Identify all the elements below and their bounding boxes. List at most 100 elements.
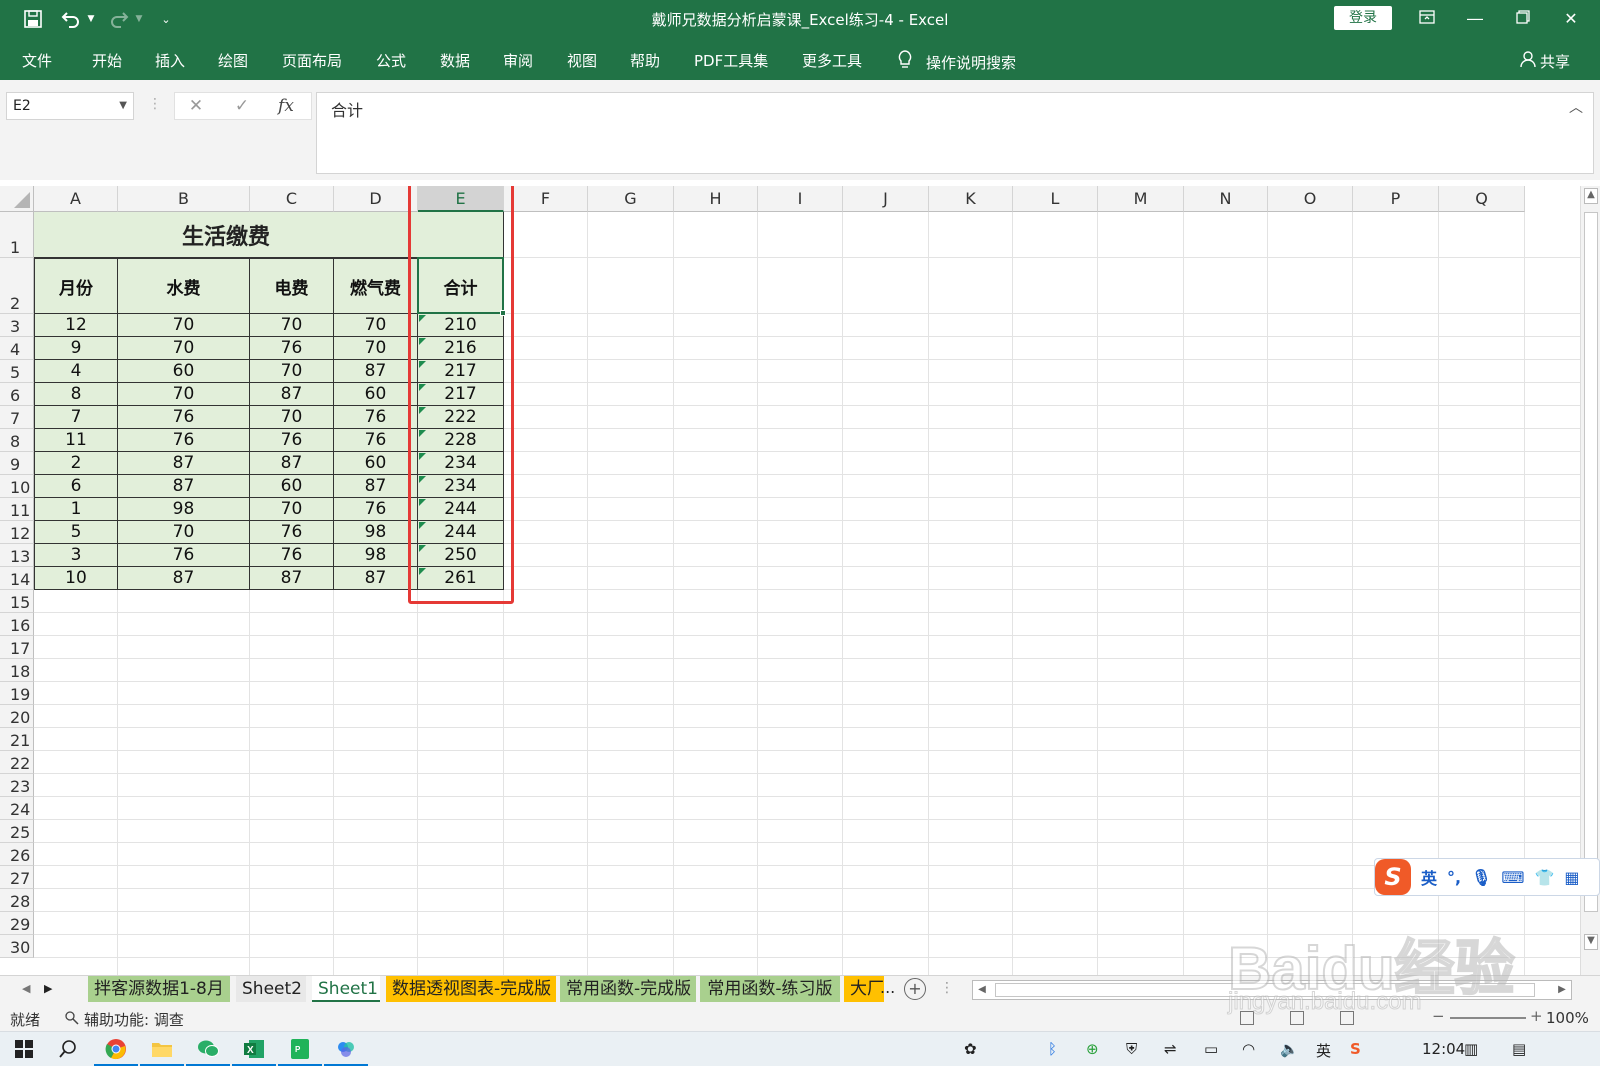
table-cell[interactable]: 7 (34, 406, 118, 429)
search-icon[interactable] (54, 1036, 82, 1062)
table-title[interactable]: 生活缴费 (34, 212, 418, 258)
sheet-tab[interactable]: 常用函数-完成版 (560, 976, 696, 1002)
table-cell[interactable]: 87 (118, 452, 250, 475)
table-cell[interactable]: 70 (250, 498, 334, 521)
column-header-o[interactable]: O (1268, 186, 1353, 212)
enter-icon[interactable]: ✓ (222, 92, 262, 120)
ime-toolbar[interactable]: S 英 °, 🎙 ⌨ 👕 ▦ (1374, 858, 1600, 896)
column-header-p[interactable]: P (1353, 186, 1439, 212)
tab-insert[interactable]: 插入 (155, 50, 185, 71)
table-cell[interactable]: 10 (34, 567, 118, 590)
tab-review[interactable]: 审阅 (503, 50, 533, 71)
insert-function-icon[interactable]: fx (266, 92, 306, 120)
row-header-13[interactable]: 13 (0, 544, 34, 567)
row-header-14[interactable]: 14 (0, 567, 34, 590)
excel-icon[interactable]: X (232, 1036, 276, 1066)
table-cell[interactable]: 70 (118, 383, 250, 406)
column-header-q[interactable]: Q (1439, 186, 1525, 212)
row-header-15[interactable]: 15 (0, 590, 34, 613)
column-header-f[interactable]: F (504, 186, 588, 212)
close-icon[interactable]: ✕ (1548, 4, 1594, 34)
keyboard-icon[interactable]: ⌨ (1501, 868, 1524, 887)
action-center-icon[interactable]: ▤ (1512, 1040, 1526, 1058)
table-cell[interactable]: 87 (250, 383, 334, 406)
table-header-cell[interactable]: 电费 (250, 258, 334, 314)
formula-input[interactable]: 合计 ︿ (316, 92, 1594, 174)
login-button[interactable]: 登录 (1334, 6, 1392, 30)
row-header-23[interactable]: 23 (0, 774, 34, 797)
table-cell[interactable]: 70 (334, 337, 418, 360)
column-header-i[interactable]: I (758, 186, 843, 212)
table-cell[interactable]: 70 (334, 314, 418, 337)
row-header-28[interactable]: 28 (0, 889, 34, 912)
ime-lang[interactable]: 英 (1421, 865, 1437, 889)
row-header-21[interactable]: 21 (0, 728, 34, 751)
skin-icon[interactable]: 👕 (1535, 868, 1555, 887)
row-header-1[interactable]: 1 (0, 212, 34, 258)
table-cell[interactable]: 87 (334, 475, 418, 498)
zoom-out-icon[interactable]: − (1432, 1007, 1445, 1025)
select-all-corner[interactable] (0, 186, 34, 212)
name-box[interactable]: E2 ▼ (6, 92, 134, 120)
table-cell[interactable]: 60 (334, 383, 418, 406)
sheet-tab[interactable]: 拌客源数据1-8月 (88, 976, 230, 1002)
row-header-11[interactable]: 11 (0, 498, 34, 521)
page-layout-view-icon[interactable] (1290, 1011, 1304, 1025)
column-header-g[interactable]: G (588, 186, 674, 212)
row-header-29[interactable]: 29 (0, 912, 34, 935)
sogou-tray-icon[interactable]: S (1350, 1040, 1361, 1058)
scroll-left-icon[interactable]: ◀ (973, 981, 991, 999)
save-icon[interactable] (20, 6, 46, 32)
table-header-cell[interactable]: 水费 (118, 258, 250, 314)
tab-home[interactable]: 开始 (92, 50, 122, 71)
minimize-icon[interactable]: ― (1452, 4, 1498, 34)
column-header-k[interactable]: K (929, 186, 1013, 212)
sheet-tab[interactable]: 大厂| (844, 976, 884, 1002)
table-cell[interactable]: 76 (250, 521, 334, 544)
settings-sliders-icon[interactable]: ⇌ (1164, 1040, 1177, 1058)
row-header-30[interactable]: 30 (0, 935, 34, 958)
sheet-tab[interactable]: Sheet2 (236, 976, 306, 1002)
table-cell[interactable]: 76 (334, 406, 418, 429)
column-header-m[interactable]: M (1098, 186, 1184, 212)
row-header-20[interactable]: 20 (0, 705, 34, 728)
splitter-icon[interactable]: ⋮ (940, 980, 954, 996)
column-header-j[interactable]: J (843, 186, 929, 212)
redo-dropdown-icon[interactable]: ▼ (132, 6, 146, 32)
windows-start-icon[interactable] (10, 1036, 38, 1062)
table-cell[interactable]: 70 (250, 360, 334, 383)
row-header-10[interactable]: 10 (0, 475, 34, 498)
horizontal-scroll-thumb[interactable] (995, 983, 1535, 997)
table-cell[interactable]: 87 (250, 452, 334, 475)
wechat-icon[interactable] (186, 1036, 230, 1066)
undo-icon[interactable] (58, 6, 84, 32)
sogou-logo-icon[interactable]: S (1375, 859, 1411, 895)
zoom-slider[interactable] (1450, 1017, 1526, 1019)
tab-scroll-right-icon[interactable]: ▶ (44, 982, 52, 995)
row-header-9[interactable]: 9 (0, 452, 34, 475)
table-cell[interactable]: 87 (118, 567, 250, 590)
undo-dropdown-icon[interactable]: ▼ (84, 6, 98, 32)
file-explorer-icon[interactable] (140, 1036, 184, 1066)
table-cell[interactable]: 60 (250, 475, 334, 498)
row-header-8[interactable]: 8 (0, 429, 34, 452)
normal-view-icon[interactable] (1240, 1011, 1254, 1025)
table-cell[interactable]: 3 (34, 544, 118, 567)
table-cell[interactable]: 70 (250, 406, 334, 429)
table-cell[interactable]: 12 (34, 314, 118, 337)
cloud-app-icon[interactable] (324, 1036, 368, 1066)
tabs-more[interactable]: ... (880, 978, 895, 997)
column-header-n[interactable]: N (1184, 186, 1268, 212)
tab-page-layout[interactable]: 页面布局 (282, 50, 342, 71)
table-cell[interactable]: 4 (34, 360, 118, 383)
cancel-icon[interactable]: ✕ (176, 92, 216, 120)
row-header-6[interactable]: 6 (0, 383, 34, 406)
redo-icon[interactable] (106, 6, 132, 32)
table-cell[interactable]: 70 (118, 314, 250, 337)
scroll-up-icon[interactable]: ▲ (1584, 188, 1598, 204)
row-header-5[interactable]: 5 (0, 360, 34, 383)
tell-me-search[interactable]: 操作说明搜索 (898, 50, 1016, 74)
row-header-25[interactable]: 25 (0, 820, 34, 843)
row-header-2[interactable]: 2 (0, 258, 34, 314)
vertical-scrollbar[interactable]: ▲ ▼ (1580, 186, 1600, 975)
